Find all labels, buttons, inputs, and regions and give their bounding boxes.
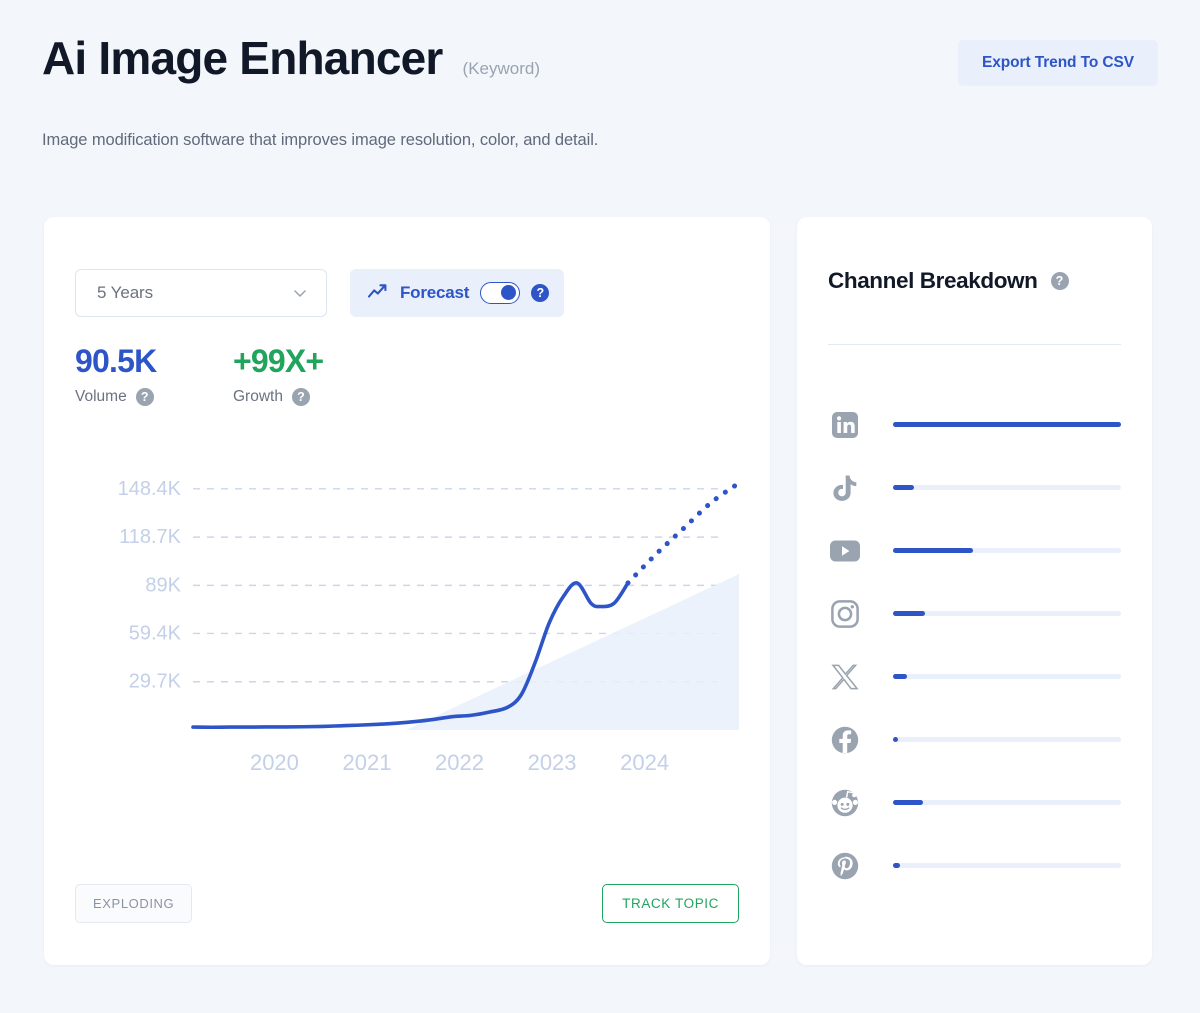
channel-row-tiktok[interactable]	[828, 456, 1121, 519]
x-icon	[828, 660, 862, 694]
channel-breakdown-card: Channel Breakdown ?	[797, 217, 1152, 965]
channel-row-linkedin[interactable]	[828, 393, 1121, 456]
stats-row: 90.5K Volume ? +99X+ Growth ?	[75, 343, 391, 407]
channel-bar-fill	[893, 548, 973, 553]
reddit-icon	[828, 786, 862, 820]
chart-controls: 5 Years Forecast ?	[75, 269, 565, 317]
x-axis-tick-label: 2024	[620, 750, 669, 775]
keyword-type-label: (Keyword)	[462, 59, 541, 78]
trend-card: 5 Years Forecast ? 90.5K Volume ? +99X+ …	[44, 217, 770, 965]
card-footer: EXPLODING TRACK TOPIC	[75, 884, 739, 923]
pinterest-icon	[828, 849, 862, 883]
divider	[828, 344, 1121, 345]
channel-bar-track	[893, 485, 1121, 490]
page-subtitle: Image modification software that improve…	[42, 131, 599, 149]
channel-row-facebook[interactable]	[828, 708, 1121, 771]
y-axis-tick-label: 59.4K	[129, 622, 182, 644]
volume-label-row: Volume ?	[75, 388, 233, 407]
channel-bar-fill	[893, 863, 900, 868]
chart-forecast-line	[625, 480, 739, 586]
channel-bar-fill	[893, 611, 925, 616]
stat-volume: 90.5K Volume ?	[75, 343, 233, 407]
y-axis-tick-label: 148.4K	[118, 478, 182, 500]
forecast-label: Forecast	[400, 283, 470, 302]
export-trend-csv-button[interactable]: Export Trend To CSV	[958, 40, 1158, 86]
y-axis-tick-label: 118.7K	[119, 526, 182, 548]
volume-value: 90.5K	[75, 343, 157, 379]
growth-value: +99X+	[233, 343, 324, 379]
trend-chart[interactable]: 148.4K 118.7K 89K 59.4K 29.7K 2020 2021 2022 202…	[75, 452, 739, 792]
volume-label: Volume	[75, 388, 127, 406]
growth-label-row: Growth ?	[233, 388, 391, 407]
stat-growth: +99X+ Growth ?	[233, 343, 391, 407]
youtube-icon	[828, 534, 862, 568]
channel-row-pinterest[interactable]	[828, 834, 1121, 897]
channel-bar-track	[893, 674, 1121, 679]
channel-bar-fill	[893, 737, 898, 742]
facebook-icon	[828, 723, 862, 757]
track-topic-button[interactable]: TRACK TOPIC	[602, 884, 739, 923]
channel-bar-fill	[893, 485, 914, 490]
channel-bar-fill	[893, 674, 907, 679]
channel-bar-track	[893, 611, 1121, 616]
tiktok-icon	[828, 471, 862, 505]
page-title: Ai Image Enhancer	[42, 32, 443, 84]
channel-bar-track	[893, 863, 1121, 868]
channel-bar-track	[893, 548, 1121, 553]
chart-forecast-band	[405, 574, 739, 730]
x-axis-tick-label: 2022	[435, 750, 484, 775]
channel-row-instagram[interactable]	[828, 582, 1121, 645]
chevron-down-icon	[290, 283, 310, 303]
forecast-toggle-switch[interactable]	[480, 282, 521, 304]
channel-breakdown-header: Channel Breakdown ?	[828, 268, 1069, 294]
channel-breakdown-title: Channel Breakdown	[828, 268, 1038, 293]
linkedin-icon	[828, 408, 862, 442]
growth-help-icon[interactable]: ?	[291, 388, 310, 407]
y-axis-tick-label: 89K	[145, 574, 181, 596]
channel-list	[828, 393, 1121, 897]
exploding-badge[interactable]: EXPLODING	[75, 884, 193, 923]
channel-row-x[interactable]	[828, 645, 1121, 708]
forecast-toggle-knob	[501, 285, 517, 300]
channel-row-reddit[interactable]	[828, 771, 1121, 834]
y-axis-tick-label: 29.7K	[129, 671, 182, 693]
forecast-toggle-group[interactable]: Forecast ?	[350, 269, 565, 317]
channel-row-youtube[interactable]	[828, 519, 1121, 582]
x-axis-tick-label: 2021	[343, 750, 392, 775]
channel-bar-track	[893, 422, 1121, 427]
growth-label: Growth	[233, 388, 283, 406]
channel-bar-track	[893, 800, 1121, 805]
forecast-help-icon[interactable]: ?	[531, 284, 550, 302]
x-axis-tick-label: 2023	[528, 750, 577, 775]
page-root: Ai Image Enhancer (Keyword) Export Trend…	[0, 0, 1200, 1013]
page-header: Ai Image Enhancer (Keyword) Export Trend…	[42, 34, 1158, 104]
channel-bar-fill	[893, 800, 923, 805]
instagram-icon	[828, 597, 862, 631]
trending-up-icon	[367, 283, 389, 304]
time-range-value: 5 Years	[97, 283, 154, 302]
channel-bar-track	[893, 737, 1121, 742]
channel-bar-fill	[893, 422, 1121, 427]
x-axis-tick-label: 2020	[250, 750, 299, 775]
time-range-select[interactable]: 5 Years	[75, 269, 327, 317]
volume-help-icon[interactable]: ?	[135, 388, 154, 407]
channel-breakdown-help-icon[interactable]: ?	[1050, 272, 1069, 290]
